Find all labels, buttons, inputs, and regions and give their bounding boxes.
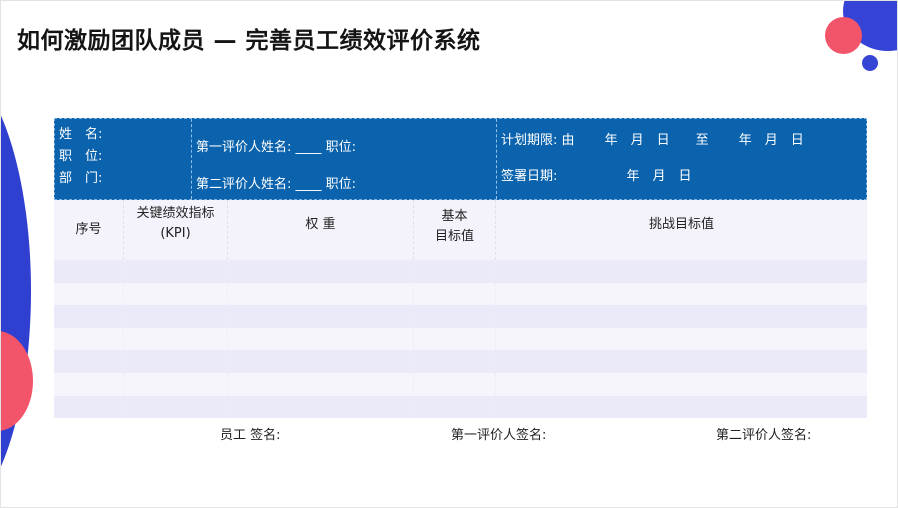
table-cell[interactable]: [414, 395, 496, 419]
table-cell[interactable]: [124, 282, 228, 306]
table-row: [54, 395, 867, 419]
decor-red-circle-top-right: [825, 17, 862, 54]
table-cell[interactable]: [124, 395, 228, 419]
decor-small-blue-dot: [862, 55, 878, 71]
table-cell[interactable]: [124, 327, 228, 351]
table-row: [54, 350, 867, 373]
table-cell[interactable]: [414, 350, 496, 373]
first-evaluator-signature-label: 第一评价人签名:: [451, 428, 547, 443]
header-employee-info: 姓 名: 职 位: 部 门:: [55, 119, 192, 199]
slide: 如何激励团队成员 — 完善员工绩效评价系统 姓 名: 职 位: 部 门: 第一评…: [0, 0, 898, 508]
table-cell[interactable]: [228, 282, 414, 306]
table-cell[interactable]: [54, 395, 124, 419]
table-cell[interactable]: [496, 283, 867, 306]
table-cell[interactable]: [496, 260, 867, 283]
table-cell[interactable]: [54, 373, 124, 396]
second-evaluator-label: 第二评价人姓名: ____ 职位:: [196, 177, 357, 192]
table-cell[interactable]: [124, 373, 228, 396]
table-cell[interactable]: [228, 305, 414, 328]
table-cell[interactable]: [54, 327, 124, 351]
table-cell[interactable]: [54, 260, 124, 283]
table-cell[interactable]: [228, 350, 414, 373]
table-cell[interactable]: [414, 327, 496, 351]
table-cell[interactable]: [228, 327, 414, 351]
column-header-kpi: 关键绩效指标 (KPI): [124, 200, 228, 260]
table-row: [54, 260, 867, 283]
table-cell[interactable]: [496, 328, 867, 351]
performance-form: 姓 名: 职 位: 部 门: 第一评价人姓名: ____ 职位: 第二评价人姓名…: [54, 118, 867, 419]
table-cell[interactable]: [496, 396, 867, 419]
column-header-challenge-target: 挑战目标值: [496, 200, 867, 260]
employee-position-label: 职 位:: [59, 149, 103, 164]
first-evaluator-label: 第一评价人姓名: ____ 职位:: [196, 140, 357, 155]
table-cell[interactable]: [228, 373, 414, 396]
table-cell[interactable]: [414, 305, 496, 328]
table-cell[interactable]: [54, 305, 124, 328]
form-header: 姓 名: 职 位: 部 门: 第一评价人姓名: ____ 职位: 第二评价人姓名…: [54, 118, 867, 200]
plan-period-label: 计划期限: 由 年 月 日 至 年 月 日: [501, 133, 804, 148]
employee-signature-label: 员工 签名:: [220, 428, 281, 443]
table-cell[interactable]: [414, 373, 496, 396]
table-cell[interactable]: [414, 282, 496, 306]
header-evaluators: 第一评价人姓名: ____ 职位: 第二评价人姓名: ____ 职位:: [192, 119, 497, 199]
column-header-index: 序号: [54, 200, 124, 260]
table-cell[interactable]: [124, 305, 228, 328]
table-row: [54, 373, 867, 396]
employee-department-label: 部 门:: [59, 171, 103, 186]
table-cell[interactable]: [124, 350, 228, 373]
table-cell[interactable]: [54, 282, 124, 306]
table-cell[interactable]: [496, 373, 867, 396]
signing-date-label: 签署日期: 年 月 日: [501, 169, 692, 184]
table-cell[interactable]: [124, 260, 228, 283]
column-header-weight: 权 重: [228, 200, 414, 260]
table-cell[interactable]: [54, 350, 124, 373]
page-title: 如何激励团队成员 — 完善员工绩效评价系统: [17, 28, 481, 54]
decor-blue-circle-left: [1, 61, 31, 507]
table-cell[interactable]: [228, 260, 414, 283]
header-dates: 计划期限: 由 年 月 日 至 年 月 日 签署日期: 年 月 日: [497, 119, 867, 199]
table-row: [54, 327, 867, 351]
table-cell[interactable]: [496, 350, 867, 373]
table-row: [54, 305, 867, 328]
table-row: [54, 282, 867, 306]
table-cell[interactable]: [414, 260, 496, 283]
column-header-basic-target: 基本 目标值: [414, 200, 496, 260]
table-cell[interactable]: [228, 395, 414, 419]
second-evaluator-signature-label: 第二评价人签名:: [716, 428, 812, 443]
employee-name-label: 姓 名:: [59, 127, 103, 142]
table-cell[interactable]: [496, 305, 867, 328]
